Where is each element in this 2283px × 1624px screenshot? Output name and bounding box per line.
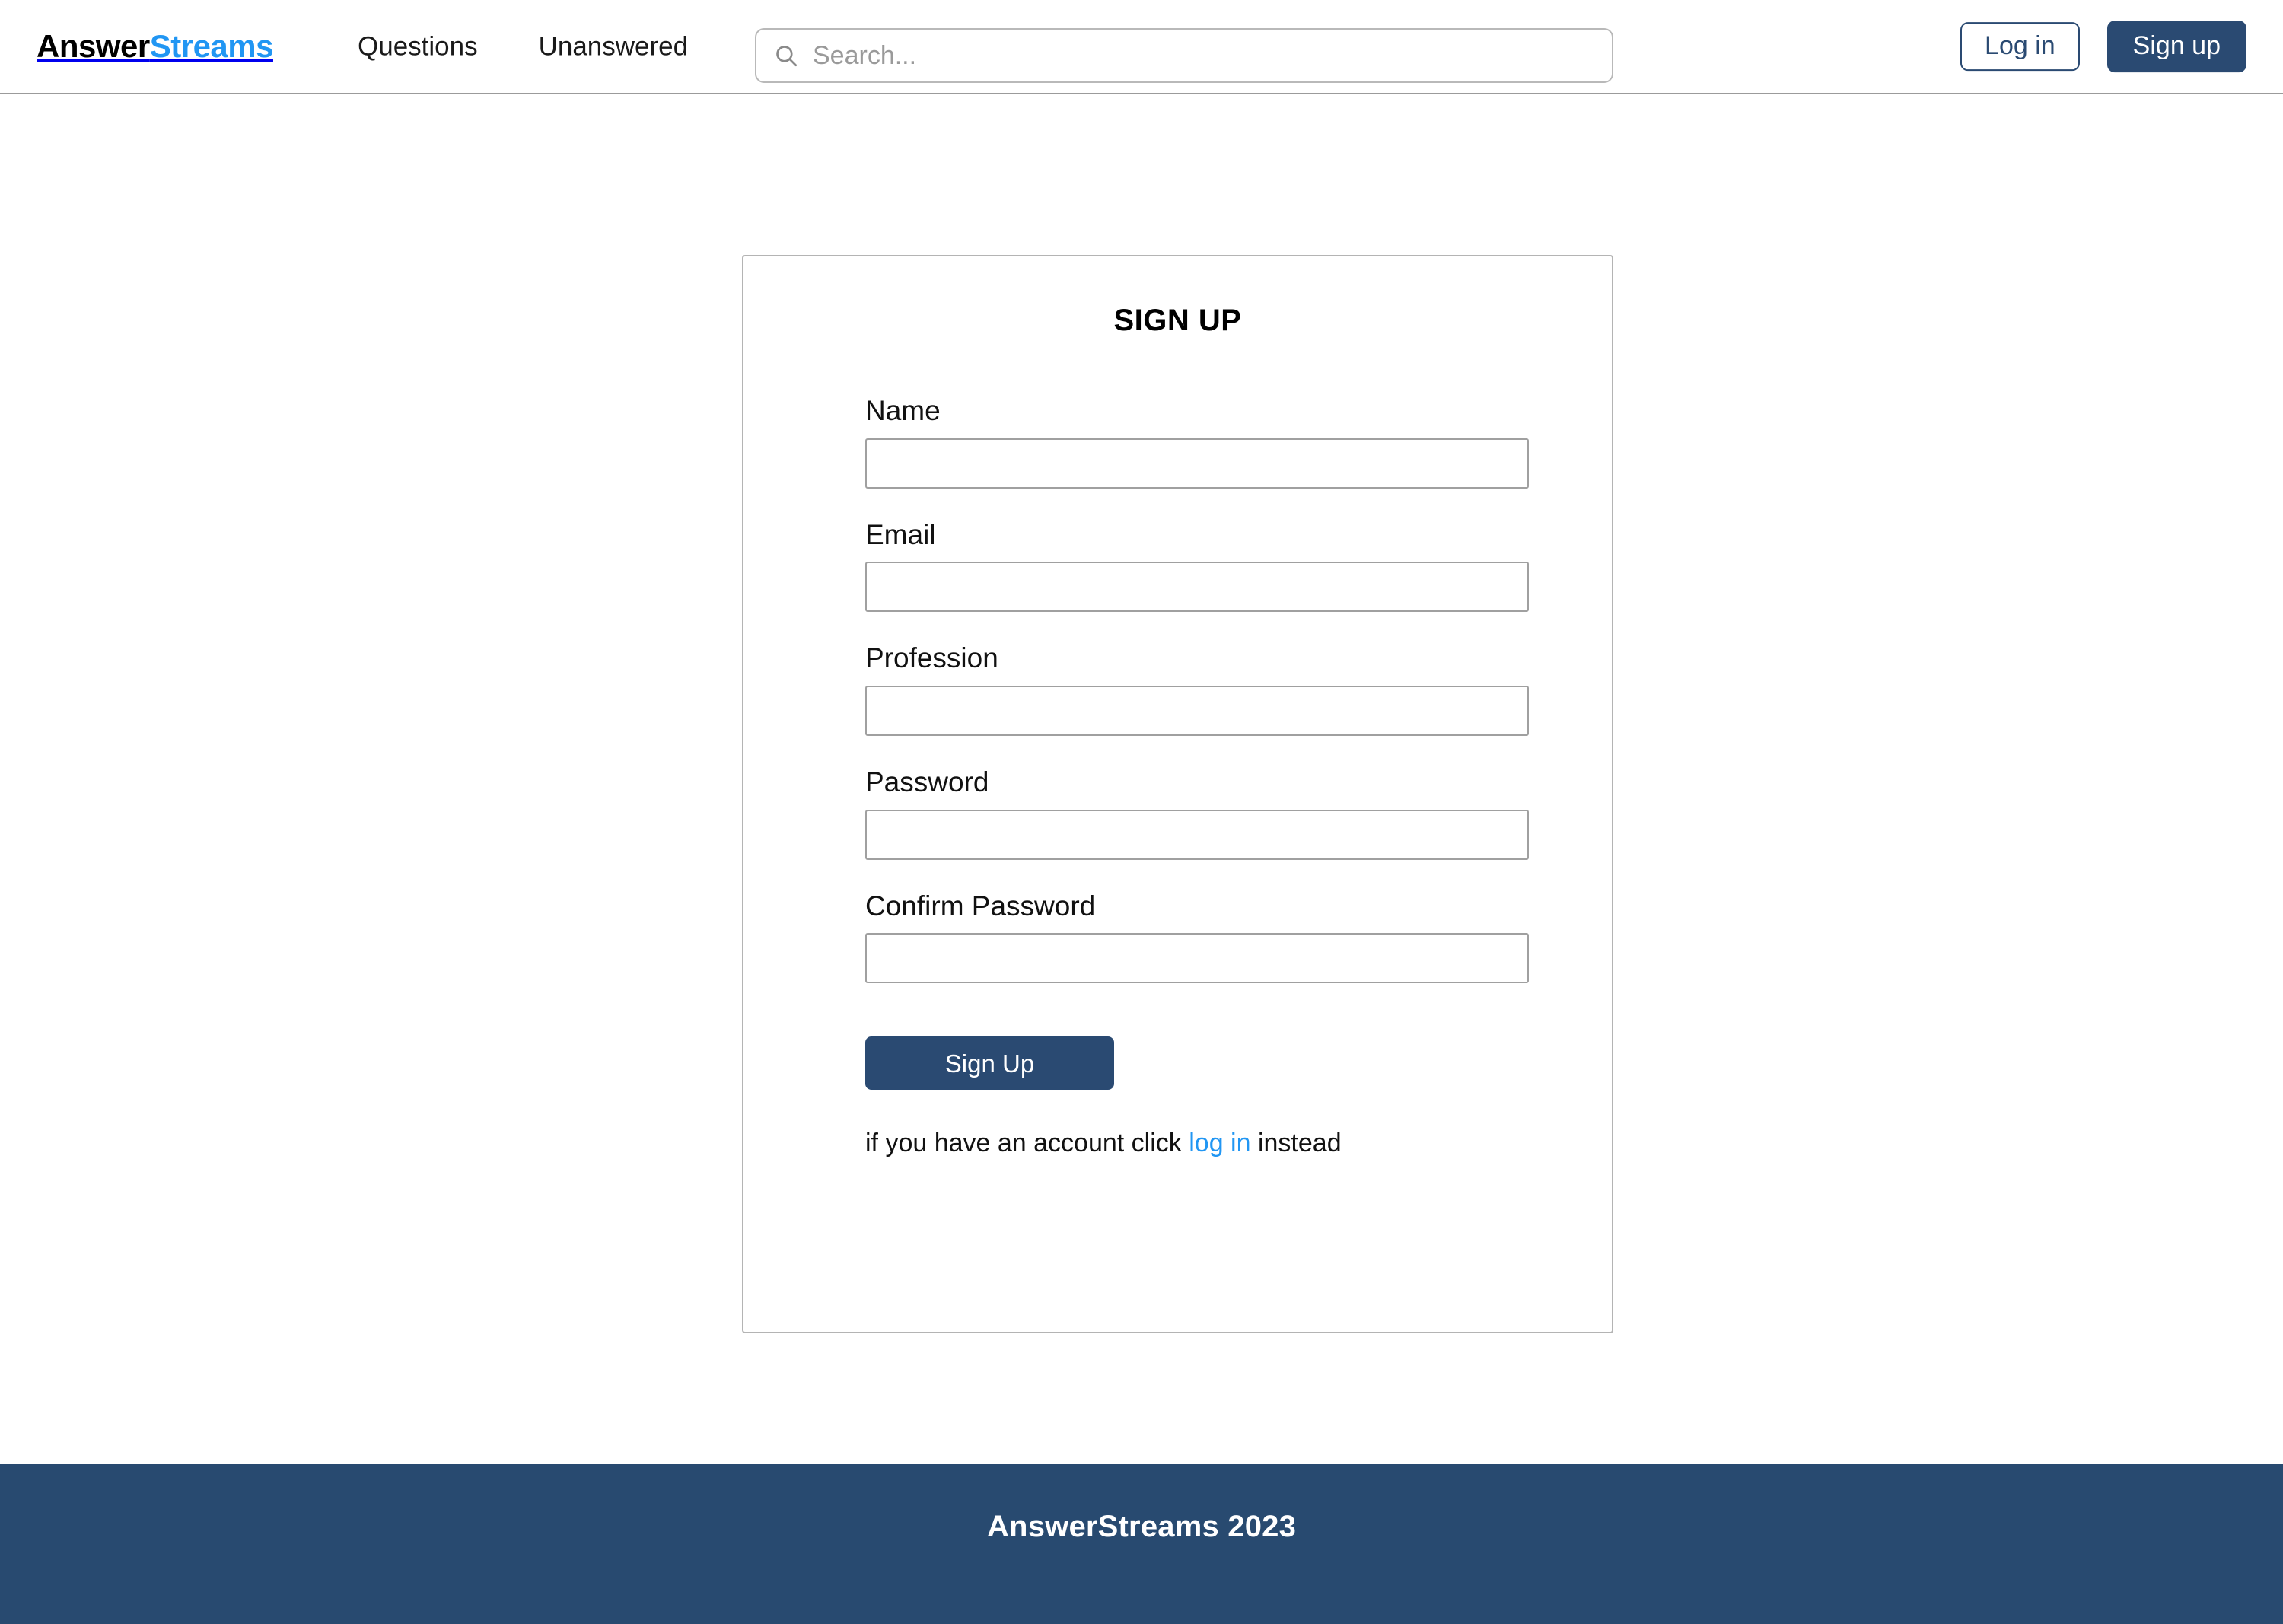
profession-input[interactable]	[865, 685, 1529, 736]
nav-item-unanswered[interactable]: Unanswered	[539, 33, 689, 60]
signup-button[interactable]: Sign up	[2106, 21, 2246, 72]
nav-item-questions[interactable]: Questions	[358, 33, 478, 60]
field-label-email: Email	[865, 518, 936, 550]
field-password: Password	[865, 766, 1612, 860]
signup-form: Name Email Profession Password Confirm P…	[743, 394, 1612, 1159]
login-link[interactable]: log in	[1189, 1129, 1250, 1157]
password-input[interactable]	[865, 809, 1529, 860]
name-input[interactable]	[865, 438, 1529, 489]
alt-action-text: if you have an account click log in inst…	[865, 1128, 1612, 1159]
alt-action-suffix: instead	[1250, 1129, 1342, 1158]
alt-action-prefix: if you have an account click	[865, 1129, 1189, 1158]
primary-navigation: Questions Unanswered	[358, 33, 688, 60]
site-footer: AnswerStreams 2023	[0, 1464, 2283, 1624]
brand-logo[interactable]: AnswerStreams	[37, 30, 273, 62]
search-input[interactable]	[813, 30, 1595, 81]
field-label-profession: Profession	[865, 642, 998, 674]
field-profession: Profession	[865, 642, 1612, 736]
header-actions: Log in Sign up	[1960, 21, 2246, 72]
field-label-name: Name	[865, 395, 941, 426]
site-header: AnswerStreams Questions Unanswered Log i…	[0, 0, 2283, 94]
email-input[interactable]	[865, 562, 1529, 613]
submit-signup-button[interactable]: Sign Up	[865, 1036, 1114, 1091]
field-label-password: Password	[865, 766, 989, 798]
main-content: SIGN UP Name Email Profession Password C…	[0, 94, 2283, 1464]
search-bar[interactable]	[755, 28, 1613, 83]
signup-card: SIGN UP Name Email Profession Password C…	[742, 255, 1613, 1333]
confirm-password-input[interactable]	[865, 933, 1529, 984]
field-confirm-password: Confirm Password	[865, 890, 1612, 984]
field-email: Email	[865, 518, 1612, 613]
brand-logo-secondary: Streams	[149, 28, 274, 64]
signup-card-title: SIGN UP	[1113, 304, 1242, 337]
login-button[interactable]: Log in	[1960, 22, 2080, 71]
search-icon	[776, 46, 798, 67]
field-label-confirm-password: Confirm Password	[865, 890, 1096, 922]
brand-logo-primary: Answer	[37, 28, 150, 64]
footer-copyright: AnswerStreams 2023	[986, 1510, 1297, 1543]
field-name: Name	[865, 394, 1612, 489]
